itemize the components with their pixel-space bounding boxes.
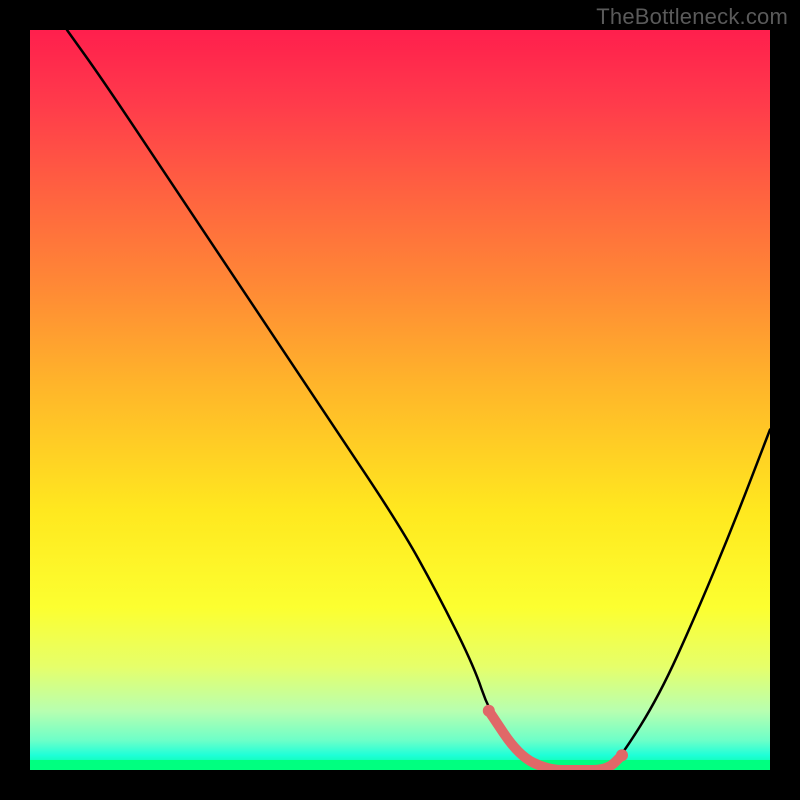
highlight-dot-start [483,705,495,717]
chart-container: TheBottleneck.com [0,0,800,800]
curve-layer [30,30,770,770]
highlight-range [489,711,622,770]
bottleneck-curve [67,30,770,770]
highlight-dot-end [616,749,628,761]
watermark-text: TheBottleneck.com [596,4,788,30]
plot-area [30,30,770,770]
